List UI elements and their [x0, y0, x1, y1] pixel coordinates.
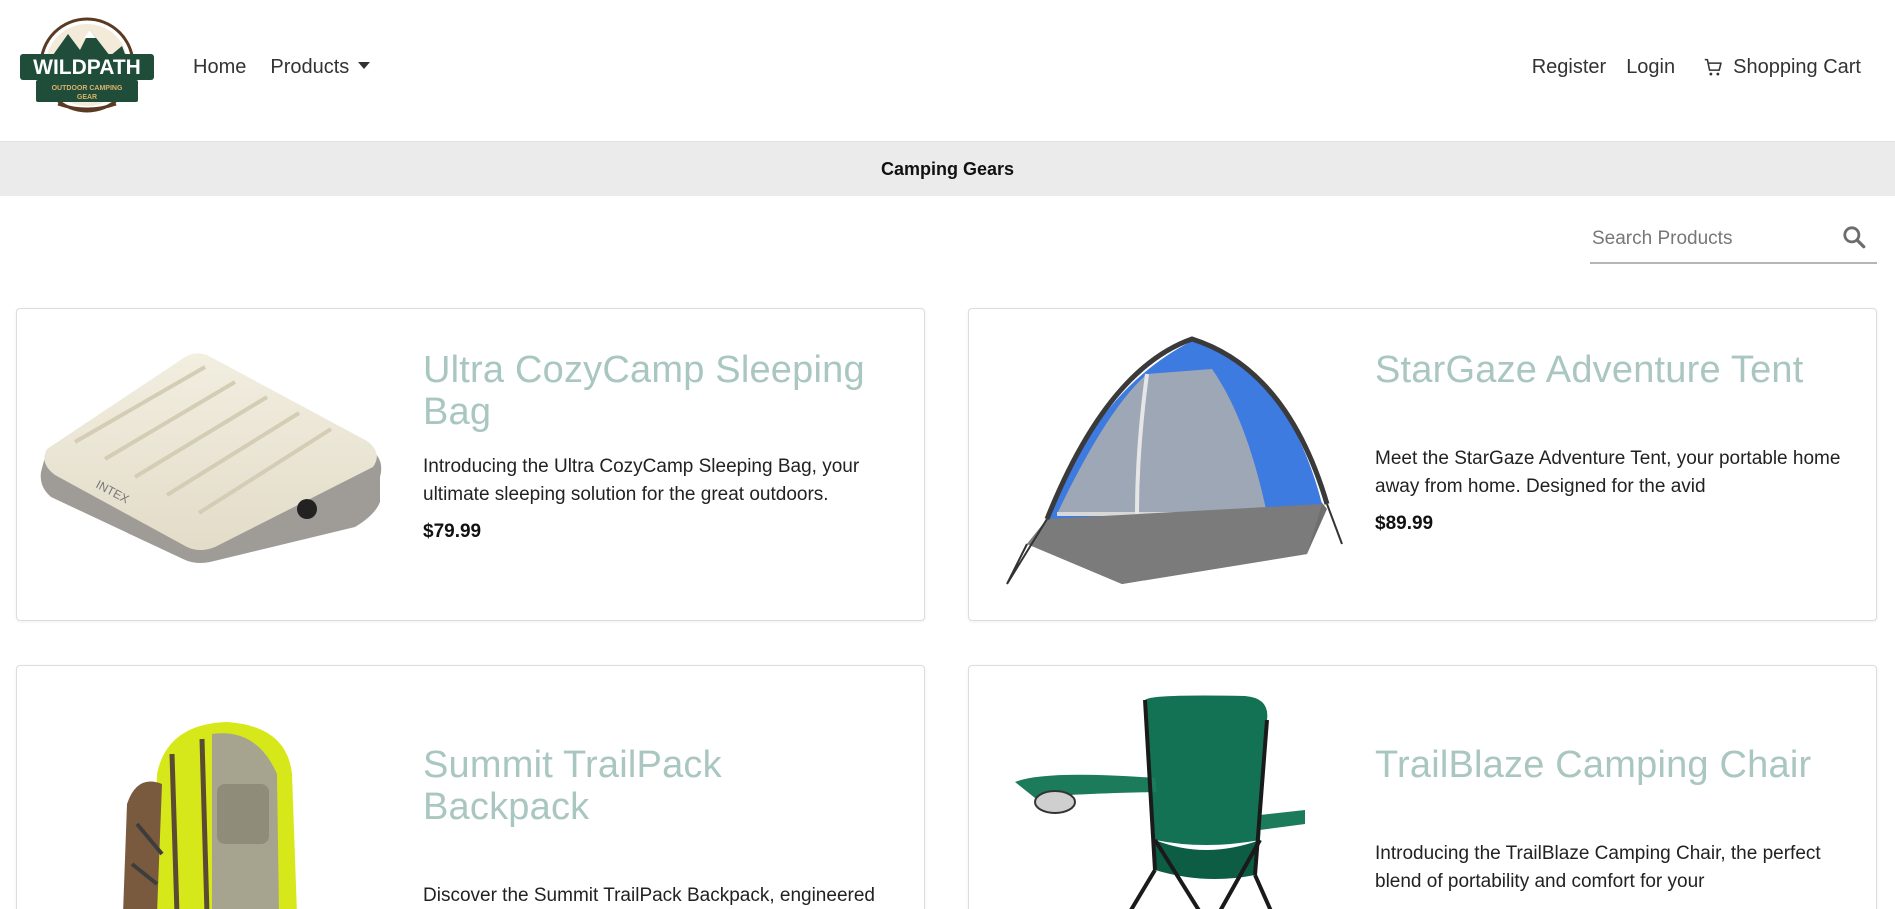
product-description: Meet the StarGaze Adventure Tent, your p… — [1375, 448, 1841, 497]
search-icon[interactable] — [1841, 224, 1867, 250]
camping-chair-image[interactable] — [1005, 690, 1305, 909]
search-input[interactable] — [1592, 224, 1832, 254]
product-search — [1590, 218, 1877, 264]
product-title[interactable]: TrailBlaze Camping Chair — [1375, 744, 1846, 786]
product-card[interactable]: StarGaze Adventure Tent Meet the StarGaz… — [968, 308, 1877, 621]
caret-down-icon — [358, 62, 371, 69]
product-title[interactable]: Ultra CozyCamp Sleeping Bag — [423, 349, 894, 433]
product-info: StarGaze Adventure Tent Meet the StarGaz… — [1375, 349, 1846, 535]
nav-products-dropdown[interactable]: Products — [270, 56, 371, 79]
product-card[interactable]: Summit TrailPack Backpack Discover the S… — [16, 665, 925, 909]
nav-products-label: Products — [270, 56, 350, 78]
shopping-cart-label: Shopping Cart — [1733, 56, 1861, 78]
product-info: TrailBlaze Camping Chair Introducing the… — [1375, 744, 1846, 896]
tent-image[interactable] — [987, 329, 1347, 609]
product-price: $89.99 — [1375, 513, 1434, 534]
cart-icon — [1704, 58, 1722, 76]
product-card[interactable]: TrailBlaze Camping Chair Introducing the… — [968, 665, 1877, 909]
main-nav: Home Products — [193, 56, 371, 79]
register-link[interactable]: Register — [1532, 56, 1606, 79]
account-nav: Register Login Shopping Cart — [1532, 56, 1861, 79]
navbar: WILDPATH OUTDOOR CAMPING GEAR Home Produ… — [0, 0, 1895, 141]
login-link[interactable]: Login — [1626, 56, 1675, 79]
product-description: Introducing the Ultra CozyCamp Sleeping … — [423, 456, 860, 505]
category-title-bar: Camping Gears — [0, 141, 1895, 196]
product-info: Summit TrailPack Backpack Discover the S… — [423, 744, 894, 909]
product-info: Ultra CozyCamp Sleeping Bag Introducing … — [423, 349, 894, 543]
wildpath-logo[interactable]: WILDPATH OUTDOOR CAMPING GEAR — [18, 16, 156, 114]
shopping-cart-link[interactable]: Shopping Cart — [1703, 56, 1861, 79]
backpack-image[interactable] — [117, 714, 337, 909]
product-title[interactable]: StarGaze Adventure Tent — [1375, 349, 1846, 391]
svg-text:OUTDOOR CAMPING: OUTDOOR CAMPING — [52, 85, 123, 92]
product-price: $79.99 — [423, 521, 482, 542]
product-description: Discover the Summit TrailPack Backpack, … — [423, 885, 875, 906]
product-title[interactable]: Summit TrailPack Backpack — [423, 744, 894, 828]
air-mattress-image[interactable]: INTEX — [35, 337, 395, 617]
nav-home-link[interactable]: Home — [193, 56, 246, 79]
product-description: Introducing the TrailBlaze Camping Chair… — [1375, 843, 1821, 892]
category-title: Camping Gears — [880, 158, 1015, 179]
product-card[interactable]: INTEX Ultra CozyCamp Sleeping Bag Introd… — [16, 308, 925, 621]
svg-text:GEAR: GEAR — [77, 94, 97, 101]
svg-text:WILDPATH: WILDPATH — [33, 56, 141, 79]
